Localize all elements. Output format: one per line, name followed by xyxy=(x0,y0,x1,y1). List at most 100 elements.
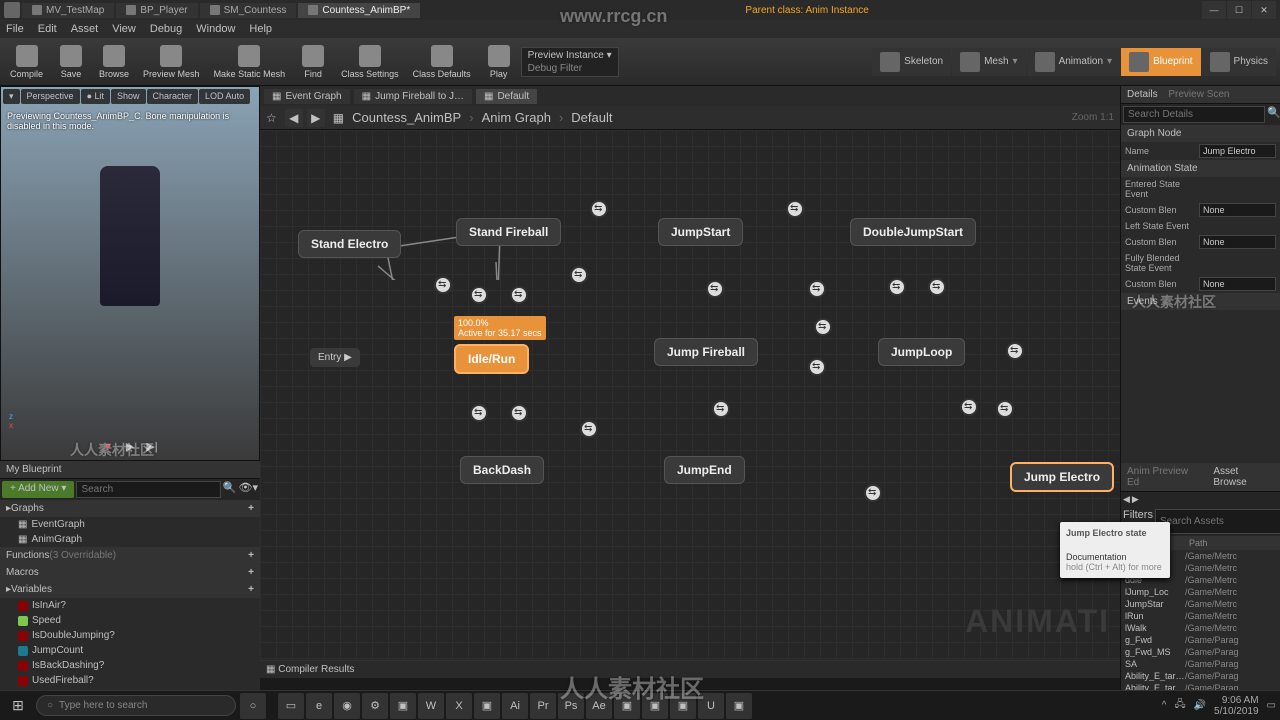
transition-icon[interactable] xyxy=(706,280,724,298)
nav-back-icon[interactable]: ◀ xyxy=(1123,494,1130,505)
var-speed[interactable]: Speed xyxy=(0,613,260,628)
custom-blend-field-3[interactable]: None xyxy=(1199,277,1276,291)
graphs-section[interactable]: ▸Graphs+ xyxy=(0,500,260,517)
node-jumpstart[interactable]: JumpStart xyxy=(658,218,743,246)
transition-icon[interactable] xyxy=(590,200,608,218)
clock-time[interactable]: 9:06 AM xyxy=(1214,695,1259,706)
volume-icon[interactable]: 🔊 xyxy=(1194,700,1206,711)
edge-icon[interactable]: e xyxy=(306,693,332,719)
viewport-menu-button[interactable]: ▾ xyxy=(3,89,20,104)
details-tab[interactable]: Details xyxy=(1127,89,1158,100)
entry-node[interactable]: Entry ▶ xyxy=(310,348,360,367)
asset-search[interactable] xyxy=(1155,509,1280,534)
class-defaults-button[interactable]: Class Defaults xyxy=(407,43,477,81)
word-icon[interactable]: W xyxy=(418,693,444,719)
graph-tab-default[interactable]: ▦Default xyxy=(476,89,537,104)
transition-icon[interactable] xyxy=(570,266,588,284)
asset-row[interactable]: SA/Game/Parag xyxy=(1121,658,1280,670)
network-icon[interactable]: 🖧 xyxy=(1174,697,1185,714)
events-section[interactable]: Events xyxy=(1121,293,1280,310)
asset-row[interactable]: g_Fwd_MS/Game/Parag xyxy=(1121,646,1280,658)
settings-icon[interactable]: ⚙ xyxy=(362,693,388,719)
add-graph-button[interactable]: + xyxy=(248,503,254,514)
class-settings-button[interactable]: Class Settings xyxy=(335,43,405,81)
anim-state-section[interactable]: Animation State xyxy=(1121,160,1280,177)
transition-icon[interactable] xyxy=(928,278,946,296)
node-jump-electro[interactable]: Jump Electro xyxy=(1010,462,1114,492)
transition-icon[interactable] xyxy=(510,404,528,422)
transition-icon[interactable] xyxy=(960,398,978,416)
node-doublejumpstart[interactable]: DoubleJumpStart xyxy=(850,218,976,246)
transition-icon[interactable] xyxy=(470,404,488,422)
transition-icon[interactable] xyxy=(434,276,452,294)
asset-row[interactable]: Ability_E_target_additiv/Game/Parag xyxy=(1121,670,1280,682)
file-tab-1[interactable]: BP_Player xyxy=(116,3,197,18)
make-static-mesh-button[interactable]: Make Static Mesh xyxy=(208,43,292,81)
var-isdoublejumping[interactable]: IsDoubleJumping? xyxy=(0,628,260,643)
graph-tab-transition[interactable]: ▦Jump Fireball to J… xyxy=(354,89,472,104)
mode-mesh[interactable]: Mesh▾ xyxy=(952,48,1025,76)
nav-back-button[interactable]: ◀ xyxy=(285,109,303,127)
app3-icon[interactable]: ▣ xyxy=(642,693,668,719)
eventgraph-item[interactable]: ▦EventGraph xyxy=(0,517,260,532)
task-view-icon[interactable]: ▭ xyxy=(278,693,304,719)
nav-fwd-icon[interactable]: ▶ xyxy=(1132,494,1139,505)
photoshop-icon[interactable]: Ps xyxy=(558,693,584,719)
add-macro-button[interactable]: + xyxy=(248,567,254,578)
app4-icon[interactable]: ▣ xyxy=(670,693,696,719)
add-function-button[interactable]: + xyxy=(248,550,254,561)
menu-help[interactable]: Help xyxy=(249,23,272,35)
mode-animation[interactable]: Animation▾ xyxy=(1027,48,1121,76)
viewport-perspective-button[interactable]: Perspective xyxy=(21,89,80,104)
node-backdash[interactable]: BackDash xyxy=(460,456,544,484)
mode-blueprint[interactable]: Blueprint xyxy=(1121,48,1200,76)
record-button[interactable]: ● xyxy=(100,438,116,454)
preview-instance-combo[interactable]: Preview Instance ▾ Debug Filter xyxy=(521,47,619,77)
graph-node-section[interactable]: Graph Node xyxy=(1121,125,1280,142)
functions-section[interactable]: Functions (3 Overridable)+ xyxy=(0,547,260,564)
var-isbackdashing[interactable]: IsBackDashing? xyxy=(0,658,260,673)
transition-icon[interactable] xyxy=(712,400,730,418)
graph-tab-eventgraph[interactable]: ▦Event Graph xyxy=(264,89,350,104)
preview-mesh-button[interactable]: Preview Mesh xyxy=(137,43,206,81)
asset-row[interactable]: g_Fwd/Game/Parag xyxy=(1121,634,1280,646)
viewport-lit-button[interactable]: ● Lit xyxy=(81,89,110,104)
asset-row[interactable]: JumpStar/Game/Metrc xyxy=(1121,598,1280,610)
macros-section[interactable]: Macros+ xyxy=(0,564,260,581)
preview-viewport[interactable]: ▾ Perspective ● Lit Show Character LOD A… xyxy=(0,86,260,461)
menu-edit[interactable]: Edit xyxy=(38,23,57,35)
add-variable-button[interactable]: + xyxy=(248,584,254,595)
anim-preview-tab[interactable]: Anim Preview Ed xyxy=(1127,466,1203,488)
asset-row[interactable]: lJump_Loc/Game/Metrc xyxy=(1121,586,1280,598)
eye-icon[interactable]: 👁▾ xyxy=(239,481,259,498)
unreal-icon[interactable]: U xyxy=(698,693,724,719)
node-stand-electro[interactable]: Stand Electro xyxy=(298,230,401,258)
animgraph-item[interactable]: ▦AnimGraph xyxy=(0,532,260,547)
asset-row[interactable]: lWalk/Game/Metrc xyxy=(1121,622,1280,634)
node-jumpend[interactable]: JumpEnd xyxy=(664,456,745,484)
play-button[interactable]: Play xyxy=(479,43,519,81)
cortana-icon[interactable]: ○ xyxy=(240,693,266,719)
excel-icon[interactable]: X xyxy=(446,693,472,719)
menu-window[interactable]: Window xyxy=(196,23,235,35)
chrome-icon[interactable]: ◉ xyxy=(334,693,360,719)
file-tab-2[interactable]: SM_Countess xyxy=(200,3,297,18)
preview-scene-tab[interactable]: Preview Scen xyxy=(1168,89,1229,100)
maximize-button[interactable]: ☐ xyxy=(1227,1,1251,19)
viewport-show-button[interactable]: Show xyxy=(111,89,146,104)
bc-root[interactable]: Countess_AnimBP xyxy=(352,110,461,125)
var-isinair[interactable]: IsInAir? xyxy=(0,598,260,613)
var-jumpcount[interactable]: JumpCount xyxy=(0,643,260,658)
node-idle-run[interactable]: Idle/Run xyxy=(454,344,529,374)
tray-chevron-icon[interactable]: ^ xyxy=(1162,700,1167,711)
nav-fwd-button[interactable]: ▶ xyxy=(307,109,325,127)
minimize-button[interactable]: — xyxy=(1202,1,1226,19)
mode-physics[interactable]: Physics xyxy=(1202,48,1276,76)
file-tab-0[interactable]: MV_TestMap xyxy=(22,3,114,18)
bc-default[interactable]: Default xyxy=(571,110,612,125)
menu-asset[interactable]: Asset xyxy=(71,23,99,35)
browse-button[interactable]: Browse xyxy=(93,43,135,81)
app2-icon[interactable]: ▣ xyxy=(614,693,640,719)
asset-row[interactable]: lRun/Game/Metrc xyxy=(1121,610,1280,622)
favorite-icon[interactable]: ☆ xyxy=(266,111,277,125)
